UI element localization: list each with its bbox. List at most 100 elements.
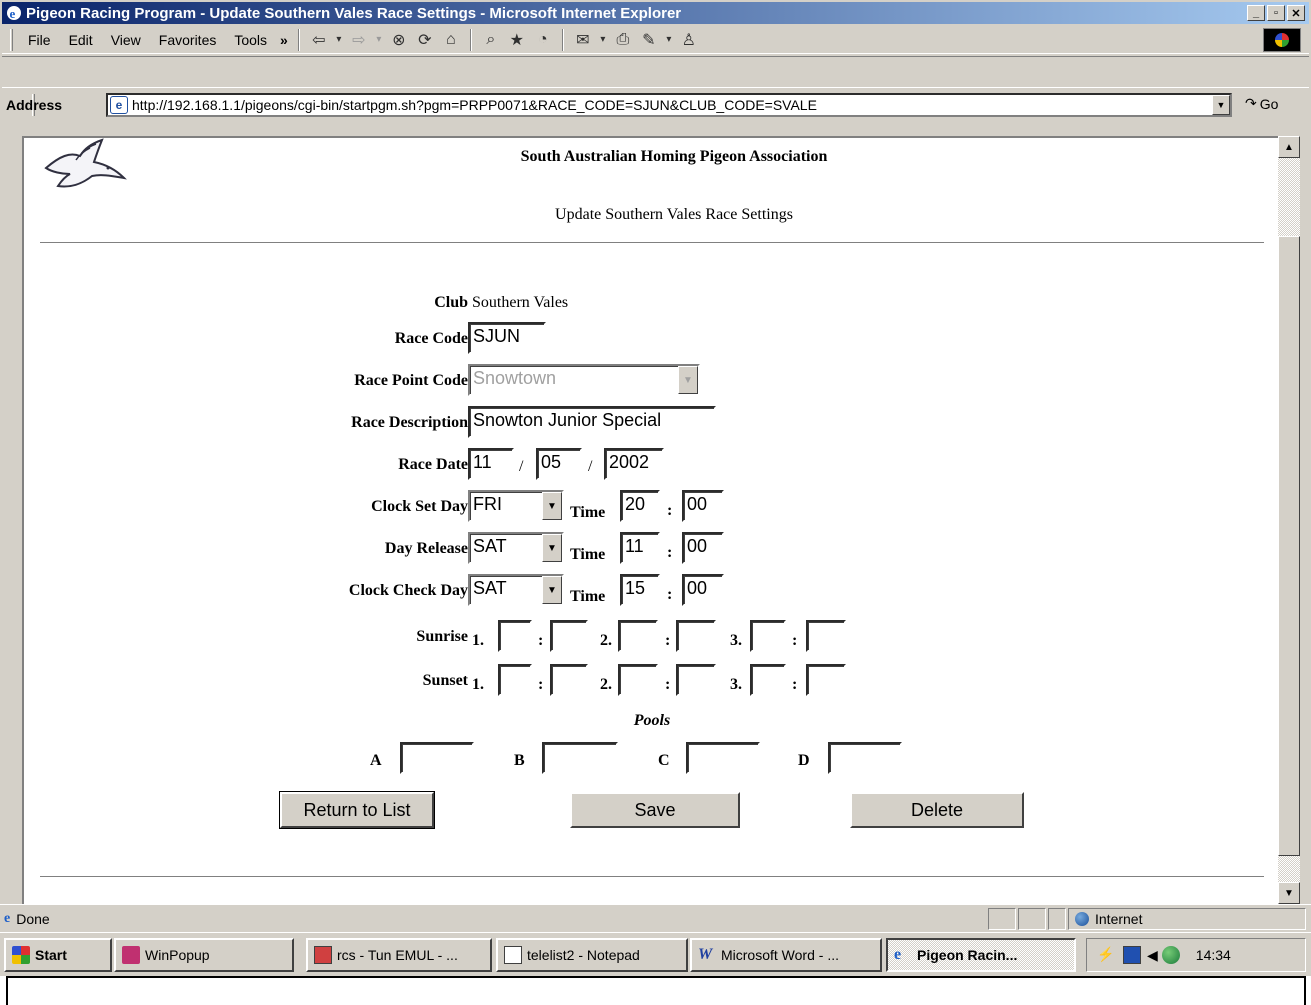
back-icon[interactable]: ⇦ (308, 29, 330, 51)
address-input[interactable]: e http://192.168.1.1/pigeons/cgi-bin/sta… (106, 93, 1232, 117)
pool-c-label: C (658, 752, 670, 769)
time-label: Time (570, 504, 606, 521)
pool-b-input[interactable] (542, 742, 618, 774)
clock-check-day-select[interactable]: SAT ▼ (468, 574, 564, 606)
taskbar-item-pigeon-racing[interactable]: e Pigeon Racin... (886, 938, 1076, 972)
stop-icon[interactable]: ⊗ (388, 29, 410, 51)
sunset-1-hour-input[interactable] (498, 664, 532, 696)
sunrise-3-minute-input[interactable] (806, 620, 846, 652)
home-icon[interactable]: ⌂ (440, 29, 462, 51)
time-colon: : (665, 632, 671, 649)
clock-set-minute-input[interactable]: 00 (682, 490, 724, 522)
sunrise-1-hour-input[interactable] (498, 620, 532, 652)
taskbar-item-rcs[interactable]: rcs - Tun EMUL - ... (306, 938, 492, 972)
save-button[interactable]: Save (570, 792, 740, 828)
windows-flag-icon (12, 946, 30, 964)
toolbar-separator (297, 28, 300, 51)
sunrise-3-hour-input[interactable] (750, 620, 786, 652)
taskbar-item-winpopup[interactable]: WinPopup (114, 938, 294, 972)
power-plug-icon[interactable]: ⚡ (1097, 946, 1115, 964)
messenger-icon[interactable]: ♙ (678, 29, 700, 51)
globe-tray-icon[interactable] (1161, 946, 1180, 964)
race-date-month-input[interactable]: 05 (536, 448, 582, 480)
chevron-down-icon: ▼ (678, 366, 698, 394)
sunrise-1-minute-input[interactable] (550, 620, 588, 652)
refresh-icon[interactable]: ⟳ (414, 29, 436, 51)
history-icon[interactable]: ◔ (532, 29, 554, 51)
menu-file[interactable]: File (19, 32, 60, 48)
maximize-button[interactable]: ▫ (1267, 5, 1285, 21)
status-text: Done (16, 910, 50, 927)
pool-a-input[interactable] (400, 742, 474, 774)
day-release-select[interactable]: SAT ▼ (468, 532, 564, 564)
go-button[interactable]: ↷ Go (1245, 95, 1278, 112)
sunset-number-3: 3. (730, 676, 742, 693)
sunset-2-hour-input[interactable] (618, 664, 658, 696)
menu-favorites[interactable]: Favorites (150, 32, 226, 48)
title-bar: e Pigeon Racing Program - Update Souther… (2, 2, 1309, 24)
time-label: Time (570, 588, 606, 605)
edit-dropdown-icon[interactable]: ▾ (664, 29, 674, 51)
taskbar-item-word[interactable]: W Microsoft Word - ... (690, 938, 882, 972)
scroll-up-icon[interactable]: ▲ (1278, 136, 1300, 158)
close-button[interactable]: ✕ (1287, 5, 1305, 21)
mail-icon[interactable]: ✉ (572, 29, 594, 51)
search-icon[interactable]: ⌕ (480, 29, 502, 51)
edit-icon[interactable]: ✎ (638, 29, 660, 51)
sunset-1-minute-input[interactable] (550, 664, 588, 696)
race-date-year-input[interactable]: 2002 (604, 448, 664, 480)
scroll-down-icon[interactable]: ▼ (1278, 882, 1300, 904)
menu-tools[interactable]: Tools (225, 32, 276, 48)
day-release-label: Day Release (384, 540, 468, 557)
time-colon: : (667, 544, 673, 561)
address-bar: Address e http://192.168.1.1/pigeons/cgi… (2, 90, 1309, 120)
network-icon[interactable] (1123, 946, 1141, 964)
menu-chevron[interactable]: » (276, 32, 292, 48)
vertical-scrollbar[interactable]: ▲ ▼ (1278, 136, 1300, 904)
race-code-input[interactable]: SJUN (468, 322, 546, 354)
menu-view[interactable]: View (102, 32, 150, 48)
menu-bar: File Edit View Favorites Tools » ⇦ ▾ ⇨ ▾ ⊗… (2, 26, 1309, 54)
sunset-3-minute-input[interactable] (806, 664, 846, 696)
race-desc-input[interactable]: Snowton Junior Special (468, 406, 716, 438)
sunrise-2-hour-input[interactable] (618, 620, 658, 652)
page-done-icon: e (4, 910, 11, 926)
pigeon-logo-icon (44, 138, 127, 188)
release-minute-input[interactable]: 00 (682, 532, 724, 564)
print-icon[interactable]: ⎙ (612, 29, 634, 51)
sunset-3-hour-input[interactable] (750, 664, 786, 696)
return-to-list-button[interactable]: Return to List (279, 791, 435, 829)
delete-button[interactable]: Delete (850, 792, 1024, 828)
clock-set-hour-input[interactable]: 20 (620, 490, 660, 522)
taskbar: Start WinPopup rcs - Tun EMUL - ... tele… (0, 932, 1311, 976)
forward-icon[interactable]: ⇨ (348, 29, 370, 51)
menu-edit[interactable]: Edit (60, 32, 102, 48)
time-colon: : (667, 502, 673, 519)
back-dropdown-icon[interactable]: ▾ (334, 29, 344, 51)
sunrise-2-minute-input[interactable] (676, 620, 716, 652)
release-hour-input[interactable]: 11 (620, 532, 660, 564)
clock-set-day-select[interactable]: FRI ▼ (468, 490, 564, 522)
taskbar-item-notepad[interactable]: telelist2 - Notepad (496, 938, 688, 972)
date-separator: / (588, 458, 593, 475)
scroll-thumb[interactable] (1278, 236, 1300, 856)
check-hour-input[interactable]: 15 (620, 574, 660, 606)
sunrise-label: Sunrise (416, 628, 468, 645)
minimize-button[interactable]: _ (1247, 5, 1265, 21)
sunset-2-minute-input[interactable] (676, 664, 716, 696)
start-label: Start (35, 947, 67, 963)
race-point-select[interactable]: Snowtown ▼ (468, 364, 700, 396)
pool-c-input[interactable] (686, 742, 760, 774)
chevron-down-icon: ▼ (542, 492, 562, 520)
check-minute-input[interactable]: 00 (682, 574, 724, 606)
mail-dropdown-icon[interactable]: ▾ (598, 29, 608, 51)
sunrise-number-3: 3. (730, 632, 742, 649)
forward-dropdown-icon[interactable]: ▾ (374, 29, 384, 51)
race-code-label: Race Code (394, 330, 468, 347)
pool-d-input[interactable] (828, 742, 902, 774)
address-dropdown-button[interactable]: ▼ (1212, 95, 1230, 115)
volume-icon[interactable]: ◀ (1147, 947, 1158, 964)
race-date-day-input[interactable]: 11 (468, 448, 514, 480)
favorites-icon[interactable]: ★ (506, 29, 528, 51)
start-button[interactable]: Start (4, 938, 112, 972)
